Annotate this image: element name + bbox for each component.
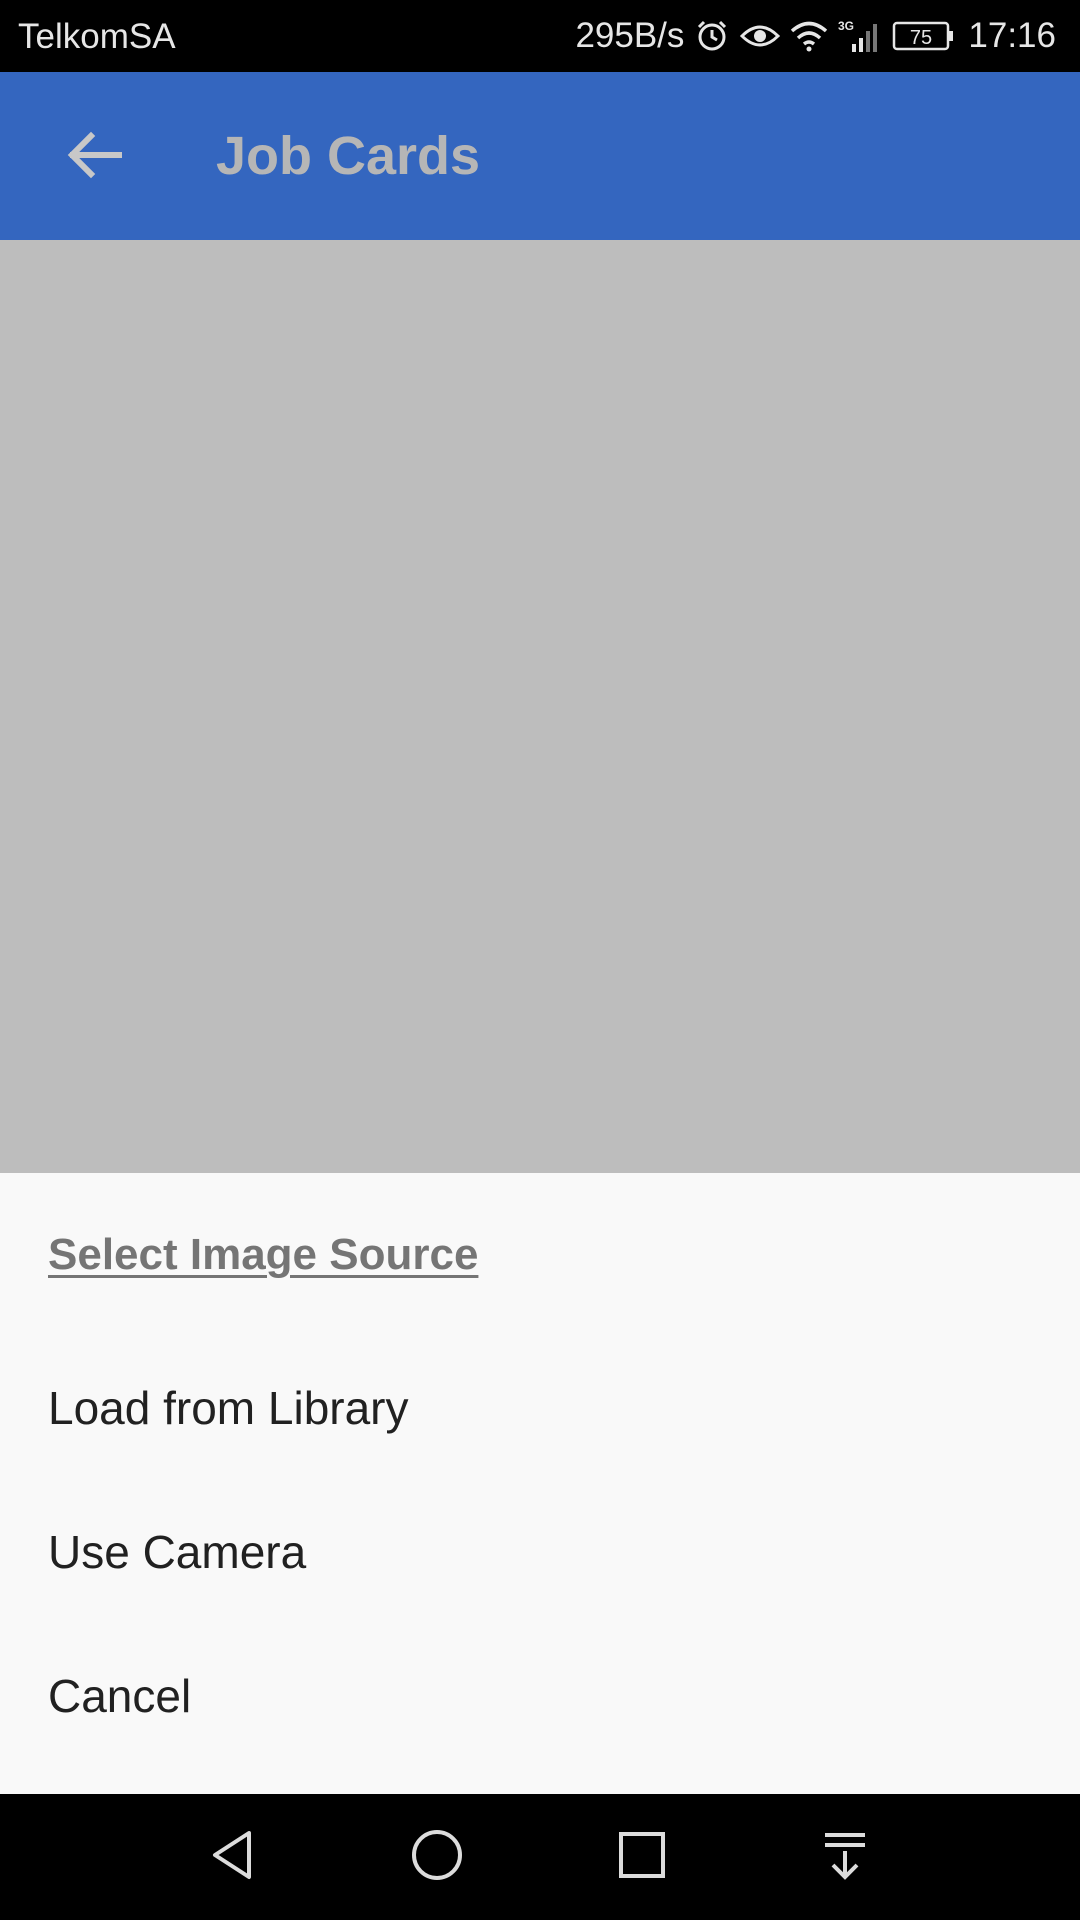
sheet-title: Select Image Source <box>48 1230 479 1279</box>
carrier-name: TelkomSA <box>18 17 176 56</box>
battery-icon: 75 <box>892 20 954 52</box>
status-icons: 295B/s 3G 75 17:16 <box>565 0 1056 72</box>
status-bar: TelkomSA 295B/s 3G 75 17:16 <box>0 0 1080 72</box>
option-label: Use Camera <box>48 1526 307 1578</box>
wifi-icon <box>790 20 828 52</box>
notification-pull-icon <box>815 1825 875 1890</box>
screen: TelkomSA 295B/s 3G 75 17:16 Job Cards Se… <box>0 0 1080 1920</box>
option-label: Cancel <box>48 1670 192 1722</box>
network-type-label: 3G <box>838 19 854 33</box>
eye-icon <box>740 21 781 51</box>
nav-recents-button[interactable] <box>602 1817 682 1897</box>
option-label: Load from Library <box>48 1382 409 1434</box>
dimmed-content-overlay[interactable] <box>0 240 1080 1173</box>
load-from-library-option[interactable]: Load from Library <box>0 1336 1080 1480</box>
alarm-icon <box>694 18 730 54</box>
nav-back-button[interactable] <box>193 1817 273 1897</box>
battery-level: 75 <box>910 27 932 49</box>
circle-home-icon <box>407 1825 467 1890</box>
signal-icon: 3G <box>838 18 882 54</box>
network-speed: 295B/s <box>575 16 685 55</box>
back-button[interactable] <box>50 112 140 202</box>
nav-home-button[interactable] <box>397 1817 477 1897</box>
nav-notification-button[interactable] <box>805 1817 885 1897</box>
navigation-bar <box>0 1794 1080 1920</box>
app-bar: Job Cards <box>0 72 1080 240</box>
square-recents-icon <box>612 1825 672 1890</box>
arrow-left-icon <box>67 131 123 184</box>
page-title: Job Cards <box>216 126 481 186</box>
triangle-back-icon <box>203 1825 263 1890</box>
cancel-option[interactable]: Cancel <box>0 1624 1080 1768</box>
clock: 17:16 <box>968 16 1056 55</box>
use-camera-option[interactable]: Use Camera <box>0 1480 1080 1624</box>
